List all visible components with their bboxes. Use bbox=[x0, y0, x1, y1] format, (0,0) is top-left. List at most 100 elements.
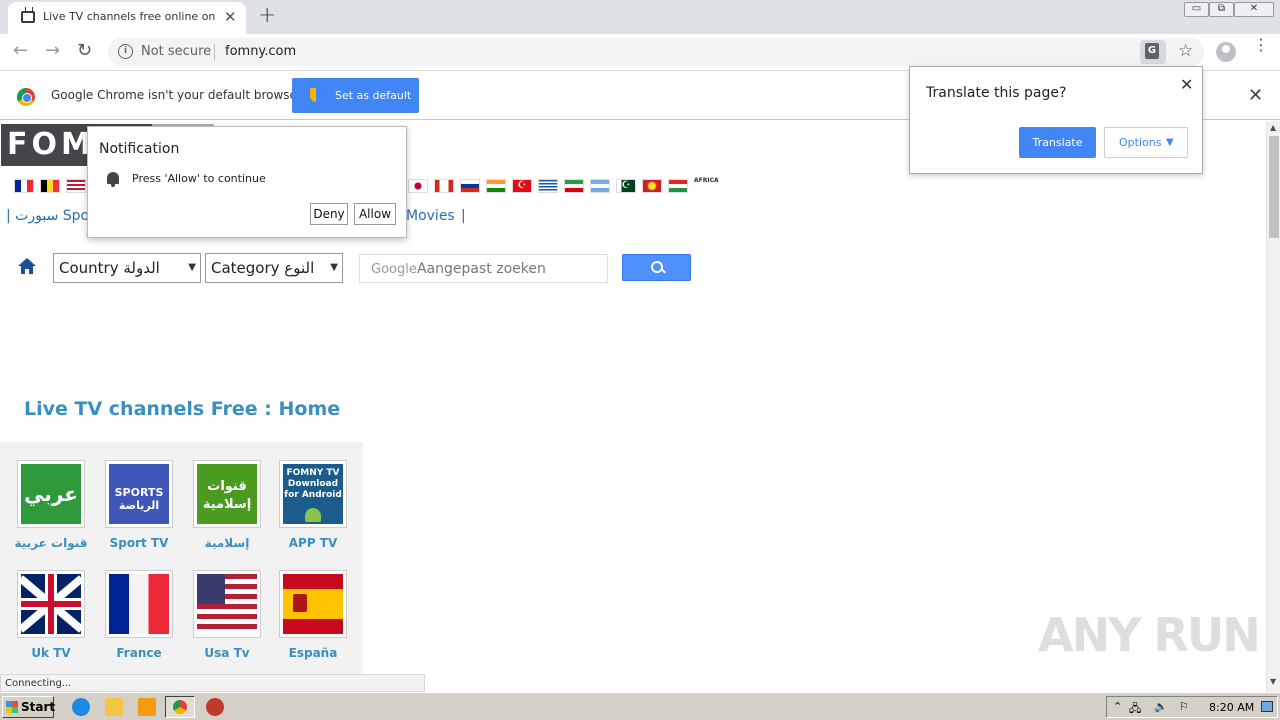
flag-india[interactable] bbox=[486, 179, 506, 193]
tile-arabic[interactable]: عربي bbox=[17, 460, 85, 528]
nav-movies-link[interactable]: Movies bbox=[406, 208, 455, 224]
flag-iran[interactable] bbox=[564, 179, 584, 193]
search-button[interactable] bbox=[622, 254, 691, 281]
scroll-thumb[interactable] bbox=[1269, 136, 1279, 238]
show-desktop-icon[interactable] bbox=[1261, 701, 1273, 712]
tile-art: SPORTS الرياضة bbox=[114, 486, 164, 512]
options-button[interactable]: Options ▼ bbox=[1104, 127, 1188, 158]
infobar-close-icon[interactable]: ✕ bbox=[1248, 85, 1263, 106]
media-player-icon[interactable] bbox=[138, 698, 156, 716]
tile-label[interactable]: إسلامية bbox=[177, 536, 277, 550]
tab-strip: Live TV channels free online on Inter ✕ … bbox=[0, 0, 1280, 34]
google-brand: Google bbox=[371, 262, 417, 277]
chrome-icon bbox=[173, 700, 187, 714]
new-tab-button[interactable]: + bbox=[258, 3, 276, 28]
scroll-up-icon[interactable]: ▲ bbox=[1270, 123, 1276, 132]
flag-turkey[interactable]: ☪ bbox=[512, 179, 532, 193]
tile-islamic[interactable]: قنوات إسلامية bbox=[193, 460, 261, 528]
flag-usa[interactable] bbox=[66, 179, 86, 193]
tab-close-icon[interactable]: ✕ bbox=[224, 8, 237, 26]
restore-button[interactable]: ⧉ bbox=[1209, 2, 1234, 17]
nav-sport-link[interactable]: | سبورت Spo bbox=[6, 208, 89, 224]
info-icon[interactable]: i bbox=[118, 44, 133, 59]
tile-sport[interactable]: SPORTS الرياضة bbox=[105, 460, 173, 528]
tile-app[interactable]: FOMNY TV Download for Android bbox=[279, 460, 347, 528]
notification-title: Notification bbox=[99, 141, 180, 157]
africa-link[interactable]: AFRICA bbox=[694, 177, 719, 184]
tile-art: قنوات إسلامية bbox=[202, 479, 252, 512]
flag-pakistan[interactable]: ☪ bbox=[616, 179, 636, 193]
translate-prompt: Translate this page? bbox=[926, 85, 1067, 101]
chevron-down-icon: ▼ bbox=[1166, 137, 1174, 148]
menu-icon[interactable]: ⋮ bbox=[1253, 37, 1269, 53]
set-as-default-button[interactable]: Set as default bbox=[292, 78, 419, 113]
tile-uk[interactable] bbox=[17, 570, 85, 638]
page-scrollbar[interactable]: ▲ ▼ bbox=[1266, 121, 1280, 692]
search-input[interactable]: Google Aangepast zoeken bbox=[359, 254, 608, 283]
chrome-taskbar-button[interactable] bbox=[165, 696, 195, 718]
scroll-down-icon[interactable]: ▼ bbox=[1270, 677, 1276, 686]
home-icon[interactable] bbox=[17, 257, 37, 275]
flag-canada[interactable] bbox=[434, 179, 454, 193]
translate-bubble: Translate this page? ✕ Translate Options… bbox=[909, 66, 1203, 174]
page-title: Live TV channels Free : Home bbox=[24, 398, 341, 420]
forward-button[interactable]: → bbox=[45, 40, 60, 61]
tile-label[interactable]: APP TV bbox=[263, 536, 363, 550]
back-button[interactable]: ← bbox=[13, 40, 28, 61]
tile-label[interactable]: قنوات عربية bbox=[1, 536, 101, 550]
bookmark-star-icon[interactable]: ☆ bbox=[1178, 41, 1193, 61]
profile-avatar[interactable] bbox=[1216, 42, 1236, 62]
network-icon[interactable]: 🖧 bbox=[1129, 700, 1141, 719]
tile-spain[interactable] bbox=[279, 570, 347, 638]
notification-popup: Notification Press 'Allow' to continue D… bbox=[87, 126, 407, 238]
tile-usa[interactable] bbox=[193, 570, 261, 638]
clock[interactable]: 8:20 AM bbox=[1209, 701, 1254, 714]
address-bar[interactable]: i Not secure fomny.com ☆ bbox=[108, 38, 1204, 66]
tile-label[interactable]: España bbox=[263, 646, 363, 660]
close-window-button[interactable]: ✕ bbox=[1234, 2, 1274, 17]
chevron-up-icon[interactable]: ⌃ bbox=[1113, 700, 1122, 713]
flag-belgium[interactable] bbox=[40, 179, 60, 193]
taskbar: Start ⌃ 🖧 🔈 ⚐ 8:20 AM bbox=[0, 692, 1280, 720]
infobar-message: Google Chrome isn't your default browser bbox=[51, 88, 302, 102]
system-tray: ⌃ 🖧 🔈 ⚐ 8:20 AM bbox=[1106, 696, 1278, 718]
tile-label[interactable]: Usa Tv bbox=[177, 646, 277, 660]
options-label: Options bbox=[1119, 136, 1162, 149]
tile-label[interactable]: Sport TV bbox=[89, 536, 189, 550]
country-select[interactable]: Country الدولة ▼ bbox=[53, 253, 201, 283]
flag-argentina[interactable] bbox=[590, 179, 610, 193]
category-select[interactable]: Category النوع ▼ bbox=[205, 253, 343, 283]
flag-macedonia[interactable] bbox=[642, 179, 662, 193]
flag-icon[interactable]: ⚐ bbox=[1179, 700, 1189, 713]
flag-russia[interactable] bbox=[460, 179, 480, 193]
reload-button[interactable]: ↻ bbox=[77, 40, 92, 61]
url-text[interactable]: fomny.com bbox=[225, 44, 296, 59]
volume-icon[interactable]: 🔈 bbox=[1154, 700, 1168, 713]
translate-icon[interactable] bbox=[1140, 40, 1166, 64]
flag-kurdistan[interactable] bbox=[668, 179, 688, 193]
nav-separator: | bbox=[461, 208, 466, 224]
deny-button[interactable]: Deny bbox=[310, 203, 348, 225]
tile-france[interactable] bbox=[105, 570, 173, 638]
flag-japan[interactable] bbox=[408, 179, 428, 193]
flag-greece[interactable] bbox=[538, 179, 558, 193]
shield-icon bbox=[310, 88, 322, 102]
flag-france[interactable] bbox=[14, 179, 34, 193]
folder-icon[interactable] bbox=[105, 698, 123, 716]
stop-icon[interactable] bbox=[206, 698, 224, 716]
tile-label[interactable]: France bbox=[89, 646, 189, 660]
ie-icon[interactable] bbox=[72, 698, 90, 716]
tab-title: Live TV channels free online on Inter bbox=[43, 10, 218, 23]
tile-art: FOMNY TV Download for Android bbox=[284, 468, 342, 500]
country-select-value: Country الدولة bbox=[59, 259, 160, 277]
start-button[interactable]: Start bbox=[2, 696, 55, 718]
tv-favicon-icon bbox=[21, 11, 35, 23]
allow-button[interactable]: Allow bbox=[354, 203, 396, 225]
minimize-button[interactable]: ▭ bbox=[1184, 2, 1209, 17]
notification-message: Press 'Allow' to continue bbox=[132, 172, 266, 185]
browser-tab[interactable]: Live TV channels free online on Inter ✕ bbox=[8, 2, 246, 34]
android-icon bbox=[305, 508, 321, 522]
translate-button[interactable]: Translate bbox=[1019, 127, 1096, 158]
tile-label[interactable]: Uk TV bbox=[1, 646, 101, 660]
close-icon[interactable]: ✕ bbox=[1180, 75, 1193, 94]
